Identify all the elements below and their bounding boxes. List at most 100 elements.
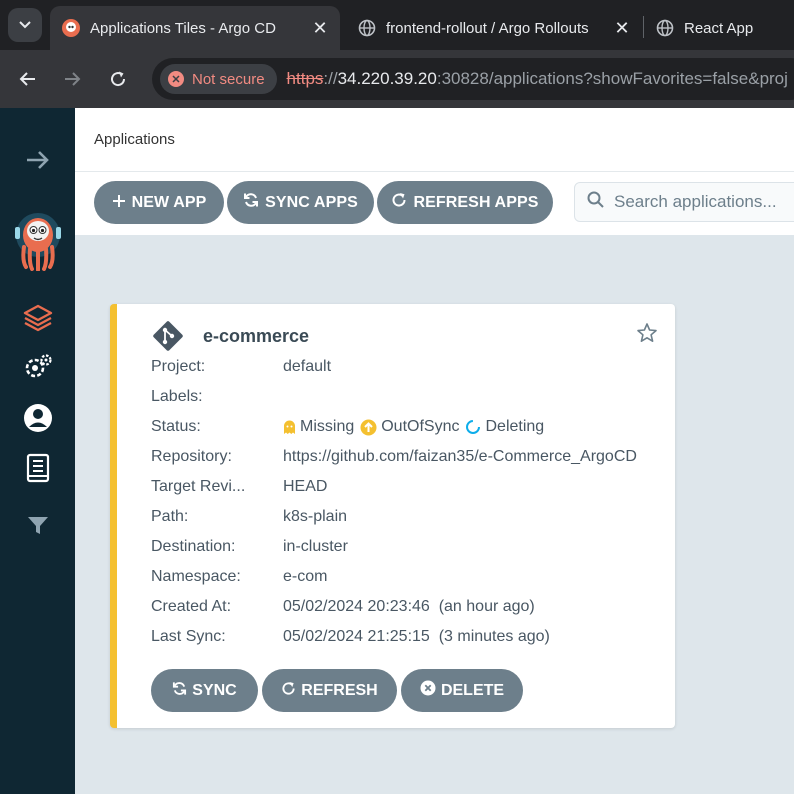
sync-apps-label: SYNC APPS [265, 193, 358, 211]
new-app-button[interactable]: NEW APP [94, 181, 224, 224]
ghost-icon [284, 420, 295, 434]
delete-button[interactable]: DELETE [401, 669, 523, 712]
url-host: 34.220.39.20 [337, 69, 437, 88]
delete-label: DELETE [440, 681, 505, 699]
documentation-nav-item[interactable] [18, 448, 58, 488]
settings-nav-item[interactable] [18, 348, 58, 388]
tab-title: Applications Tiles - Argo CD [90, 19, 276, 37]
sync-apps-button[interactable]: SYNC APPS [227, 181, 374, 224]
browser-toolbar: ✕ Not secure https://34.220.39.20:30828/… [0, 50, 794, 108]
destination-row: Destination: in-cluster [151, 536, 649, 558]
page-header: Applications [75, 108, 794, 172]
status-value: Missing OutOfSync Deleting [283, 418, 649, 436]
arrow-right-icon [27, 151, 49, 169]
tab-search-button[interactable] [8, 8, 42, 42]
search-icon [587, 191, 604, 213]
field-label: Project: [151, 358, 206, 375]
url-rest: :30828/applications?showFavorites=false&… [436, 69, 788, 88]
repository-link[interactable]: https://github.com/faizan35/e-Commerce_A… [283, 448, 639, 466]
filter-icon [28, 517, 48, 534]
chevron-down-icon [19, 21, 31, 29]
field-label: Labels: [151, 388, 203, 405]
project-row: Project: default [151, 356, 649, 378]
close-tab-icon[interactable]: ✕ [310, 18, 330, 39]
tab-title: React App [684, 19, 754, 37]
sync-button[interactable]: SYNC [151, 669, 258, 712]
arrow-circle-up-icon [360, 419, 377, 435]
expand-sidebar-button[interactable] [18, 140, 58, 180]
action-bar: NEW APP SYNC APPS REFRESH APPS [75, 172, 794, 235]
times-circle-icon [420, 680, 436, 701]
target-revision-value: HEAD [283, 478, 328, 495]
application-tile[interactable]: e-commerce Project: default Labels: Stat… [110, 304, 675, 728]
new-app-label: NEW APP [131, 193, 207, 211]
browser-tab-strip: Applications Tiles - Argo CD ✕ frontend-… [0, 0, 794, 50]
filter-toggle-button[interactable] [18, 506, 58, 546]
field-label: Last Sync: [151, 628, 226, 645]
tab-separator [643, 16, 644, 38]
field-label: Target Revi... [151, 478, 246, 495]
user-info-nav-item[interactable] [18, 398, 58, 438]
namespace-row: Namespace: e-com [151, 566, 649, 588]
health-status: Missing [283, 418, 354, 436]
health-status-text: Missing [300, 418, 355, 435]
refresh-apps-label: REFRESH APPS [413, 193, 539, 211]
warning-icon: ✕ [168, 71, 184, 87]
spinner-icon [466, 420, 481, 434]
url-text: https://34.220.39.20:30828/applications?… [287, 69, 788, 89]
redo-icon [391, 192, 407, 213]
last-sync-row: Last Sync: 05/02/2024 21:25:15 (3 minute… [151, 626, 649, 648]
created-at-row: Created At: 05/02/2024 20:23:46 (an hour… [151, 596, 649, 618]
back-button[interactable] [13, 64, 43, 94]
favorite-star-icon[interactable] [636, 322, 658, 349]
search-input[interactable] [614, 192, 794, 212]
path-value: k8s-plain [283, 508, 348, 525]
sync-icon [243, 192, 259, 213]
field-label: Status: [151, 418, 201, 435]
sync-status-text: OutOfSync [381, 418, 460, 435]
refresh-apps-button[interactable]: REFRESH APPS [377, 181, 553, 224]
book-icon [26, 453, 50, 483]
labels-row: Labels: [151, 386, 649, 408]
refresh-button[interactable]: REFRESH [262, 669, 397, 712]
field-label: Repository: [151, 448, 232, 465]
field-label: Path: [151, 508, 189, 525]
argo-octopus-logo [15, 213, 61, 271]
destination-value: in-cluster [283, 538, 348, 555]
sync-status: OutOfSync [360, 418, 459, 436]
plus-icon [112, 192, 126, 213]
redo-icon [281, 681, 296, 701]
security-chip[interactable]: ✕ Not secure [160, 64, 277, 94]
sync-icon [172, 681, 187, 701]
gears-icon [25, 354, 52, 378]
browser-tab-argo-rollouts[interactable]: frontend-rollout / Argo Rollouts ✕ [346, 6, 642, 50]
forward-button[interactable] [57, 64, 87, 94]
page-title: Applications [94, 131, 175, 148]
last-sync-value: 05/02/2024 21:25:15 (3 minutes ago) [283, 628, 550, 645]
argo-logo[interactable] [14, 208, 62, 272]
close-tab-icon[interactable]: ✕ [612, 18, 632, 39]
argo-icon [62, 19, 80, 37]
browser-tab-argo-cd[interactable]: Applications Tiles - Argo CD ✕ [50, 6, 340, 50]
browser-tab-react-app[interactable]: React App [646, 6, 794, 50]
repository-row: Repository: https://github.com/faizan35/… [151, 446, 639, 468]
arrow-left-icon [19, 72, 35, 86]
applications-nav-item[interactable] [18, 298, 58, 338]
arrow-right-icon [65, 72, 81, 86]
reload-icon [111, 71, 126, 87]
operation-status: Deleting [465, 418, 544, 436]
search-box[interactable] [574, 182, 794, 222]
address-bar[interactable]: ✕ Not secure https://34.220.39.20:30828/… [152, 58, 794, 100]
security-label: Not secure [192, 70, 265, 88]
refresh-label: REFRESH [301, 681, 378, 699]
field-label: Namespace: [151, 568, 241, 585]
target-revision-row: Target Revi... HEAD [151, 476, 649, 498]
tab-title: frontend-rollout / Argo Rollouts [386, 19, 589, 37]
reload-button[interactable] [103, 64, 133, 94]
status-row: Status: Missing OutOfSync Deleting [151, 416, 649, 438]
app-name[interactable]: e-commerce [203, 326, 309, 347]
path-row: Path: k8s-plain [151, 506, 649, 528]
project-value: default [283, 358, 332, 375]
url-separator: :// [323, 69, 338, 88]
field-label: Created At: [151, 598, 232, 615]
